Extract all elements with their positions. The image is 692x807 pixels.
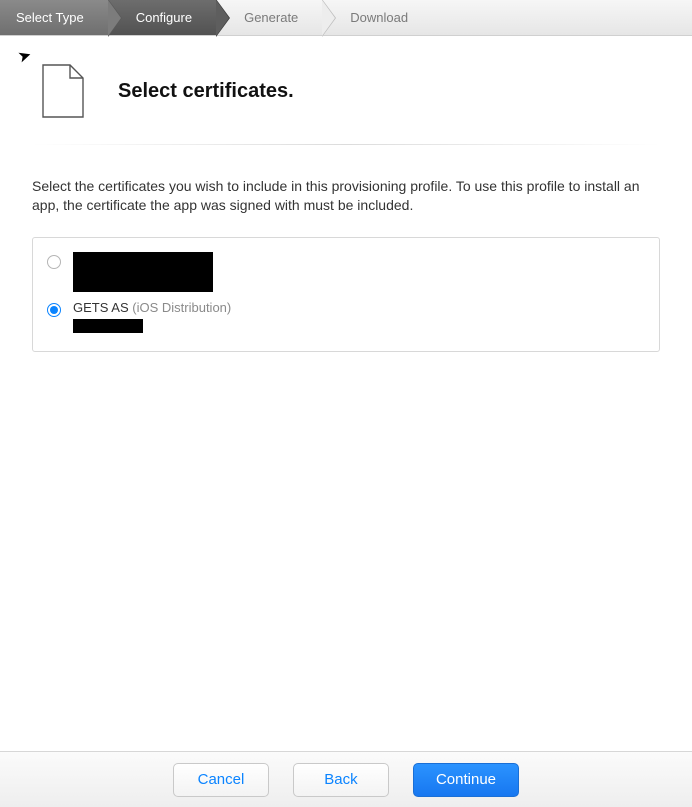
- radio-selected-icon[interactable]: [47, 303, 61, 317]
- certificate-subtitle: (iOS Distribution): [132, 300, 231, 315]
- page-description: Select the certificates you wish to incl…: [32, 177, 660, 215]
- back-button[interactable]: Back: [293, 763, 389, 797]
- step-label: Download: [350, 10, 408, 25]
- page-header: Select certificates.: [32, 64, 660, 118]
- document-icon: [42, 64, 84, 118]
- cancel-button[interactable]: Cancel: [173, 763, 269, 797]
- certificate-option[interactable]: GETS AS (iOS Distribution): [47, 296, 645, 337]
- wizard-stepper: Select Type Configure Generate Download: [0, 0, 692, 36]
- certificate-option[interactable]: [47, 248, 645, 296]
- step-configure[interactable]: Configure: [108, 0, 216, 35]
- certificate-body: GETS AS (iOS Distribution): [73, 300, 231, 333]
- step-label: Generate: [244, 10, 298, 25]
- certificate-body: [73, 252, 213, 292]
- redacted-block: [73, 319, 143, 333]
- step-label: Configure: [136, 10, 192, 25]
- divider: [32, 144, 660, 145]
- step-select-type[interactable]: Select Type: [0, 0, 108, 35]
- step-download: Download: [322, 0, 432, 35]
- step-label: Select Type: [16, 10, 84, 25]
- step-generate: Generate: [216, 0, 322, 35]
- radio-unselected-icon[interactable]: [47, 255, 61, 269]
- continue-button[interactable]: Continue: [413, 763, 519, 797]
- redacted-block: [73, 252, 213, 292]
- certificate-list: GETS AS (iOS Distribution): [32, 237, 660, 352]
- page-title: Select certificates.: [118, 80, 294, 103]
- certificate-name-line: GETS AS (iOS Distribution): [73, 300, 231, 315]
- content-area: Select certificates. Select the certific…: [0, 36, 692, 352]
- certificate-name: GETS AS: [73, 300, 129, 315]
- footer-bar: Cancel Back Continue: [0, 751, 692, 807]
